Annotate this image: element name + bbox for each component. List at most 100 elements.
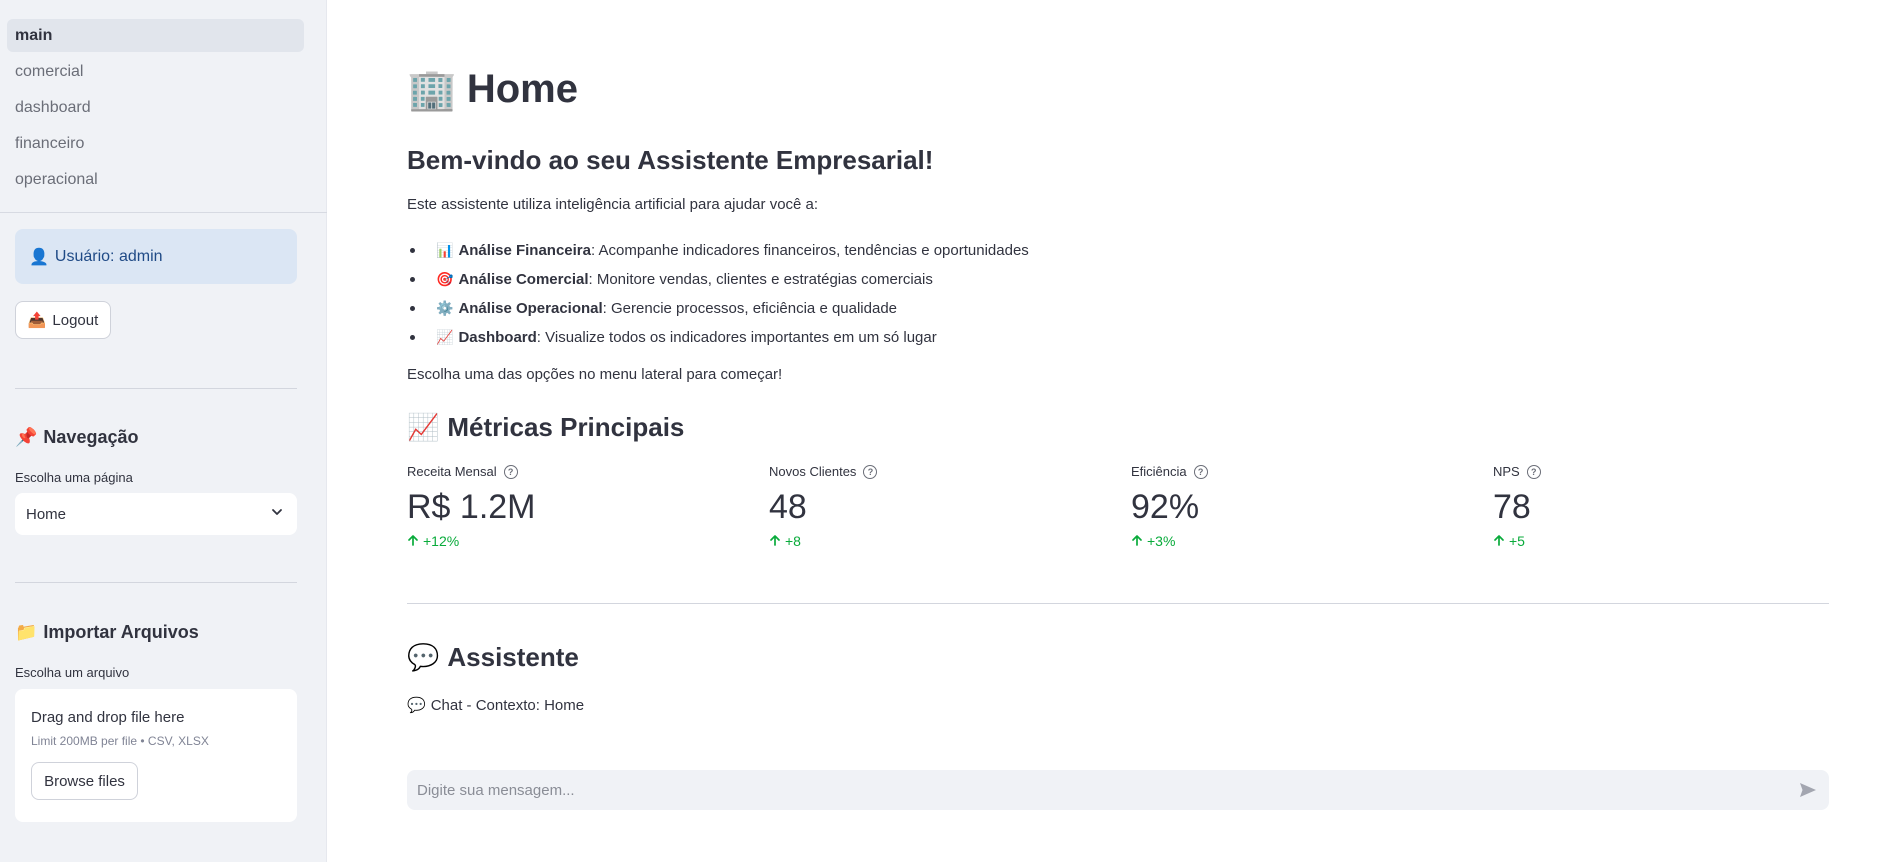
main-content: 🏢 Home Bem-vindo ao seu Assistente Empre…	[328, 0, 1902, 862]
page-select-value: Home	[26, 505, 67, 523]
metric-delta-value: +12%	[423, 533, 460, 549]
pushpin-icon: 📌	[15, 427, 38, 447]
metric-delta: +3%	[1131, 533, 1471, 549]
metric-delta-value: +8	[785, 533, 801, 549]
chat-context-text: Chat - Contexto: Home	[430, 696, 585, 714]
import-heading-text: Importar Arquivos	[43, 622, 199, 642]
feature-desc: : Acompanhe indicadores financeiros, ten…	[591, 242, 1029, 259]
metric-delta: +8	[769, 533, 1109, 549]
metric-label-row: Novos Clientes ?	[769, 464, 1109, 479]
chat-context: 💬 Chat - Contexto: Home	[407, 696, 585, 715]
metric-value: 92%	[1131, 488, 1200, 526]
metric-delta: +5	[1493, 533, 1833, 549]
metric-delta-value: +5	[1509, 533, 1525, 549]
chevron-down-icon	[270, 505, 284, 523]
metric-label: Eficiência	[1131, 464, 1187, 479]
feature-name: Dashboard	[458, 329, 537, 346]
dropzone-text: Drag and drop file here	[31, 709, 185, 726]
browse-files-button[interactable]: Browse files	[31, 762, 138, 800]
arrow-up-icon	[1493, 533, 1505, 549]
metric-label: Novos Clientes	[769, 464, 857, 479]
arrow-up-icon	[407, 533, 419, 549]
feature-name: Análise Comercial	[458, 271, 589, 288]
chat-input[interactable]	[417, 781, 1797, 799]
logout-button[interactable]: 📤 Logout	[15, 301, 111, 339]
assistant-heading-text: Assistente	[447, 642, 579, 672]
feature-list: 📊 Análise Financeira : Acompanhe indicad…	[407, 236, 1029, 352]
page-nav: main comercial dashboard financeiro oper…	[0, 0, 326, 196]
help-icon[interactable]: ?	[863, 464, 878, 479]
help-icon[interactable]: ?	[1526, 464, 1541, 479]
page-select-label: Escolha uma página	[15, 470, 133, 485]
help-icon[interactable]: ?	[1193, 464, 1208, 479]
metric-delta-value: +3%	[1147, 533, 1176, 549]
list-item: ⚙️ Análise Operacional : Gerencie proces…	[407, 294, 1029, 323]
user-icon: 👤	[29, 248, 49, 266]
office-icon: 🏢	[407, 68, 457, 112]
metric-label: Receita Mensal	[407, 464, 497, 479]
chart-up-icon: 📈	[407, 412, 440, 442]
speech-bubble-icon: 💬	[407, 642, 440, 672]
list-item: 📈 Dashboard : Visualize todos os indicad…	[407, 323, 1029, 352]
page-title-text: Home	[466, 67, 578, 111]
list-item: 🎯 Análise Comercial : Monitore vendas, c…	[407, 265, 1029, 294]
metric-value: 48	[769, 488, 807, 526]
file-dropzone[interactable]: Drag and drop file here Limit 200MB per …	[15, 689, 297, 822]
help-icon[interactable]: ?	[503, 464, 518, 479]
feature-name: Análise Financeira	[458, 242, 591, 259]
arrow-up-icon	[769, 533, 781, 549]
feature-name: Análise Operacional	[458, 300, 603, 317]
outbox-icon: 📤	[27, 312, 47, 329]
sidebar-item-dashboard[interactable]: dashboard	[7, 91, 304, 124]
metric-label-row: NPS ?	[1493, 464, 1833, 479]
nav-divider	[0, 212, 327, 213]
metric-novos-clientes: Novos Clientes ? 48 +8	[769, 464, 1109, 549]
sidebar-divider	[15, 582, 297, 583]
chat-input-container	[407, 770, 1829, 810]
metric-value: 78	[1493, 488, 1531, 526]
list-item: 📊 Análise Financeira : Acompanhe indicad…	[407, 236, 1029, 265]
gear-icon: ⚙️	[436, 300, 454, 316]
import-heading: 📁 Importar Arquivos	[15, 622, 199, 643]
bar-chart-icon: 📊	[436, 242, 454, 258]
call-to-action-text: Escolha uma das opções no menu lateral p…	[407, 366, 783, 383]
chart-up-icon: 📈	[436, 329, 454, 345]
metric-label: NPS	[1493, 464, 1520, 479]
send-icon[interactable]	[1797, 779, 1819, 801]
assistant-heading: 💬 Assistente	[407, 642, 579, 673]
page-title: 🏢 Home	[407, 66, 578, 113]
metric-nps: NPS ? 78 +5	[1493, 464, 1833, 549]
intro-text: Este assistente utiliza inteligência art…	[407, 196, 819, 213]
target-icon: 🎯	[436, 271, 454, 287]
sidebar-item-comercial[interactable]: comercial	[7, 55, 304, 88]
metric-value: R$ 1.2M	[407, 488, 536, 526]
logout-label: Logout	[52, 311, 99, 329]
metrics-heading-text: Métricas Principais	[447, 412, 685, 442]
page-select[interactable]: Home	[15, 493, 297, 535]
sidebar-item-financeiro[interactable]: financeiro	[7, 127, 304, 160]
sidebar-item-operacional[interactable]: operacional	[7, 163, 304, 196]
feature-desc: : Gerencie processos, eficiência e quali…	[602, 300, 898, 317]
dropzone-limit: Limit 200MB per file • CSV, XLSX	[31, 734, 209, 748]
metric-receita-mensal: Receita Mensal ? R$ 1.2M +12%	[407, 464, 747, 549]
user-info-box: 👤 Usuário: admin	[15, 229, 297, 284]
metric-delta: +12%	[407, 533, 747, 549]
arrow-up-icon	[1131, 533, 1143, 549]
folder-icon: 📁	[15, 622, 38, 642]
feature-desc: : Monitore vendas, clientes e estratégia…	[588, 271, 933, 288]
metric-eficiencia: Eficiência ? 92% +3%	[1131, 464, 1471, 549]
speech-bubble-icon: 💬	[407, 697, 426, 714]
navigation-heading-text: Navegação	[43, 427, 139, 447]
file-uploader-label: Escolha um arquivo	[15, 665, 130, 680]
feature-desc: : Visualize todos os indicadores importa…	[536, 329, 937, 346]
section-divider	[407, 603, 1829, 604]
metric-label-row: Receita Mensal ?	[407, 464, 747, 479]
sidebar-divider	[15, 388, 297, 389]
welcome-heading: Bem-vindo ao seu Assistente Empresarial!	[407, 145, 934, 175]
user-info-text: Usuário: admin	[54, 247, 163, 265]
navigation-heading: 📌 Navegação	[15, 427, 138, 448]
sidebar: main comercial dashboard financeiro oper…	[0, 0, 327, 862]
metric-label-row: Eficiência ?	[1131, 464, 1471, 479]
sidebar-item-main[interactable]: main	[7, 19, 304, 52]
metrics-heading: 📈 Métricas Principais	[407, 412, 684, 443]
